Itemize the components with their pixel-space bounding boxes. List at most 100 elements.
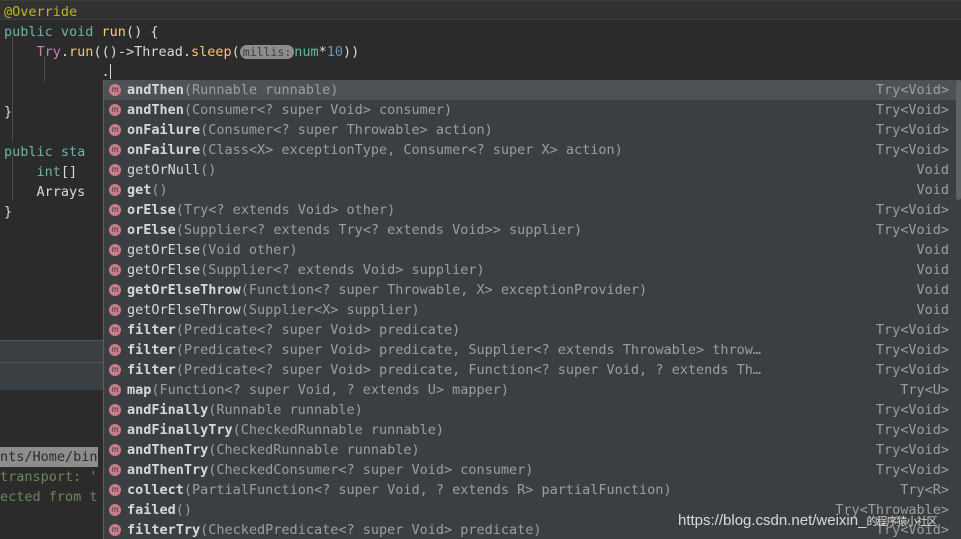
code-token: () { xyxy=(125,24,159,40)
completion-parameters: (CheckedConsumer<? super Void> consumer) xyxy=(208,462,534,478)
completion-parameters: (Runnable runnable) xyxy=(208,402,363,418)
completion-signature: getOrElseThrow(Function<? super Throwabl… xyxy=(127,280,647,300)
completion-parameters: (Supplier<X> supplier) xyxy=(240,302,420,318)
completion-parameters: (Void other) xyxy=(200,242,298,258)
completion-method-name: map xyxy=(127,382,152,398)
code-line: public void run() { xyxy=(4,22,158,42)
code-token: num xyxy=(294,44,319,60)
completion-item[interactable]: m filter(Predicate<? super Void> predicat… xyxy=(104,360,961,380)
method-icon: m xyxy=(109,284,121,296)
method-icon: m xyxy=(109,504,121,516)
completion-method-name: onFailure xyxy=(127,122,201,138)
completion-method-name: failed xyxy=(127,502,176,518)
completion-parameters: () xyxy=(151,182,168,198)
completion-item[interactable]: m andFinallyTry(CheckedRunnable runnable)… xyxy=(104,420,961,440)
completion-return-type: Try<Void> xyxy=(875,442,949,458)
completion-return-type: Try<Void> xyxy=(875,82,949,98)
code-token: sleep xyxy=(191,44,232,60)
method-icon: m xyxy=(109,304,121,316)
completion-signature: andFinally(Runnable runnable) xyxy=(127,400,363,420)
completion-item[interactable]: m orElse(Try<? extends Void> other) Try<Vo… xyxy=(104,200,961,220)
completion-item[interactable]: m filter(Predicate<? super Void> predicat… xyxy=(104,340,961,360)
completion-item[interactable]: m getOrElse(Void other) Void xyxy=(104,240,961,260)
completion-return-type: Void xyxy=(916,242,949,258)
completion-item[interactable]: m failed() Try<Throwable> xyxy=(104,500,961,520)
ide-screenshot: @Override public void run() { Try.run(()-… xyxy=(0,0,961,539)
method-icon: m xyxy=(109,124,121,136)
completion-method-name: getOrElseThrow xyxy=(127,302,241,318)
completion-parameters: () xyxy=(175,502,193,518)
code-token: } xyxy=(4,104,13,120)
completion-scrollbar[interactable] xyxy=(956,80,961,539)
console-output-line: transport: ' xyxy=(0,469,98,485)
completion-return-type: Try<Throwable> xyxy=(835,502,949,518)
completion-item[interactable]: m getOrNull() Void xyxy=(104,160,961,180)
code-token: public void xyxy=(4,24,102,40)
completion-item[interactable]: m getOrElse(Supplier<? extends Void> supp… xyxy=(104,260,961,280)
completion-item[interactable]: m get() Void xyxy=(104,180,961,200)
completion-return-type: Try<Void> xyxy=(875,362,949,378)
completion-method-name: getOrElse xyxy=(127,262,201,278)
completion-item[interactable]: m orElse(Supplier<? extends Try<? extends… xyxy=(104,220,961,240)
completion-signature: getOrElse(Void other) xyxy=(127,240,298,260)
completion-method-name: filter xyxy=(127,342,176,358)
completion-parameters: (Predicate<? super Void> predicate) xyxy=(175,322,461,338)
completion-item[interactable]: m filter(Predicate<? super Void> predicat… xyxy=(104,320,961,340)
completion-signature: onFailure(Class<X> exceptionType, Consum… xyxy=(127,140,623,160)
completion-item[interactable]: m filterTry(CheckedPredicate<? super Void… xyxy=(104,520,961,539)
method-icon: m xyxy=(109,144,121,156)
code-token: run xyxy=(69,44,94,60)
completion-item[interactable]: m getOrElseThrow(Function<? super Throwab… xyxy=(104,280,961,300)
completion-parameters: (Consumer<? super Throwable> action) xyxy=(200,122,493,138)
completion-item[interactable]: m andThen(Consumer<? super Void> consumer… xyxy=(104,100,961,120)
completion-method-name: andFinallyTry xyxy=(127,422,233,438)
completion-signature: filter(Predicate<? super Void> predicate… xyxy=(127,340,761,360)
completion-item[interactable]: m andThenTry(CheckedRunnable runnable) Try… xyxy=(104,440,961,460)
completion-signature: andThen(Runnable runnable) xyxy=(127,80,338,100)
code-completion-popup[interactable]: m andThen(Runnable runnable) Try<Void> m and… xyxy=(103,80,961,539)
completion-method-name: andThen xyxy=(127,82,184,98)
method-icon: m xyxy=(109,364,121,376)
code-line: Try.run(()->Thread.sleep(millis: num*10)) xyxy=(4,42,360,62)
completion-item[interactable]: m onFailure(Consumer<? super Throwable> a… xyxy=(104,120,961,140)
text-caret xyxy=(109,64,111,79)
code-token: . xyxy=(182,44,191,60)
completion-item[interactable]: m map(Function<? super Void, ? extends U>… xyxy=(104,380,961,400)
completion-parameters: (CheckedRunnable runnable) xyxy=(208,442,420,458)
console-output-line: ected from t xyxy=(0,489,98,505)
completion-item[interactable]: m andThen(Runnable runnable) Try<Void> xyxy=(104,80,961,100)
method-icon: m xyxy=(109,444,121,456)
method-icon: m xyxy=(109,184,121,196)
completion-method-name: get xyxy=(127,182,152,198)
completion-parameters: (Predicate<? super Void> predicate, Func… xyxy=(175,362,761,378)
completion-signature: filter(Predicate<? super Void> predicate… xyxy=(127,320,460,340)
completion-signature: getOrElse(Supplier<? extends Void> suppl… xyxy=(127,260,485,280)
code-token: run xyxy=(101,24,126,40)
method-icon: m xyxy=(109,524,121,536)
completion-item[interactable]: m andFinally(Runnable runnable) Try<Void> xyxy=(104,400,961,420)
completion-item[interactable]: m collect(PartialFunction<? super Void, ?… xyxy=(104,480,961,500)
completion-parameters: (Supplier<? extends Void> supplier) xyxy=(200,262,485,278)
completion-signature: getOrElseThrow(Supplier<X> supplier) xyxy=(127,300,420,320)
completion-item[interactable]: m andThenTry(CheckedConsumer<? super Void… xyxy=(104,460,961,480)
completion-signature: filter(Predicate<? super Void> predicate… xyxy=(127,360,761,380)
completion-signature: collect(PartialFunction<? super Void, ? … xyxy=(127,480,672,500)
code-line: public sta xyxy=(4,142,85,162)
completion-parameters: (Class<X> exceptionType, Consumer<? supe… xyxy=(200,142,623,158)
code-token: Arrays xyxy=(36,184,86,200)
completion-item[interactable]: m getOrElseThrow(Supplier<X> supplier) Voi… xyxy=(104,300,961,320)
completion-return-type: Try<Void> xyxy=(875,462,949,478)
method-icon: m xyxy=(109,484,121,496)
completion-item[interactable]: m onFailure(Class<X> exceptionType, Consu… xyxy=(104,140,961,160)
completion-scrollbar-thumb[interactable] xyxy=(956,80,961,200)
method-icon: m xyxy=(109,264,121,276)
completion-parameters: (Predicate<? super Void> predicate, Supp… xyxy=(175,342,761,358)
code-line: } xyxy=(4,102,12,122)
method-icon: m xyxy=(109,384,121,396)
completion-return-type: Try<U> xyxy=(900,382,949,398)
completion-parameters: (Function<? super Void, ? extends U> map… xyxy=(151,382,510,398)
completion-list[interactable]: m andThen(Runnable runnable) Try<Void> m and… xyxy=(104,80,961,539)
completion-return-type: Try<Void> xyxy=(875,522,949,538)
completion-signature: andThen(Consumer<? super Void> consumer) xyxy=(127,100,452,120)
